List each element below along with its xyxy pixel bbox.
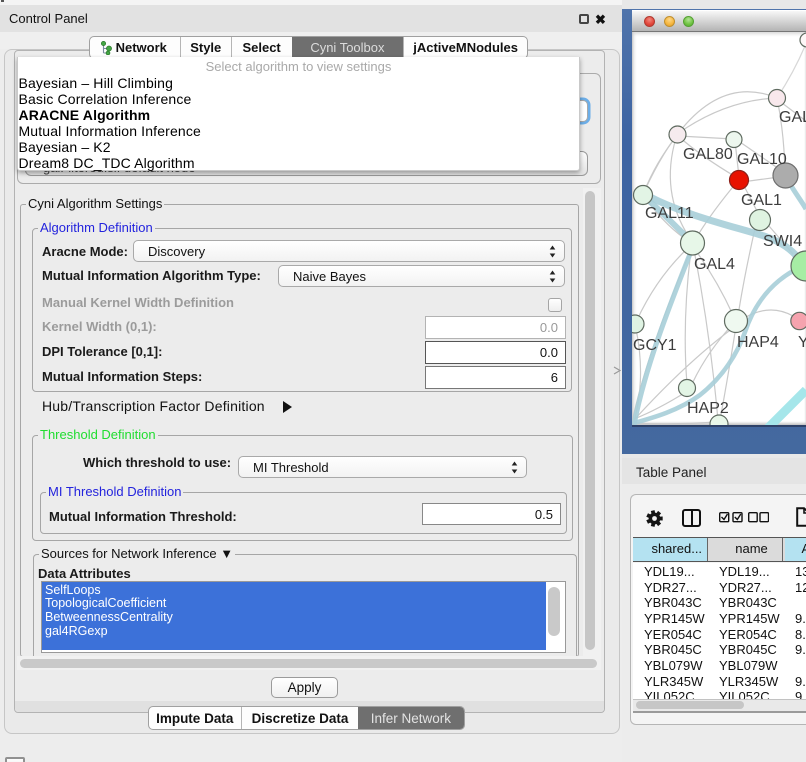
svg-text:Y: Y [798,334,806,351]
svg-text:GAL7: GAL7 [779,109,806,126]
svg-text:GAL1: GAL1 [741,192,782,209]
svg-text:SWI4: SWI4 [763,233,802,250]
svg-text:GAL4: GAL4 [694,256,735,273]
svg-text:GAL10: GAL10 [737,151,787,168]
svg-text:HAP4: HAP4 [737,334,779,351]
svg-text:GAL80: GAL80 [683,146,733,163]
svg-text:GAL11: GAL11 [645,205,694,222]
svg-text:GCY1: GCY1 [633,337,677,354]
svg-text:HAP2: HAP2 [687,400,729,417]
